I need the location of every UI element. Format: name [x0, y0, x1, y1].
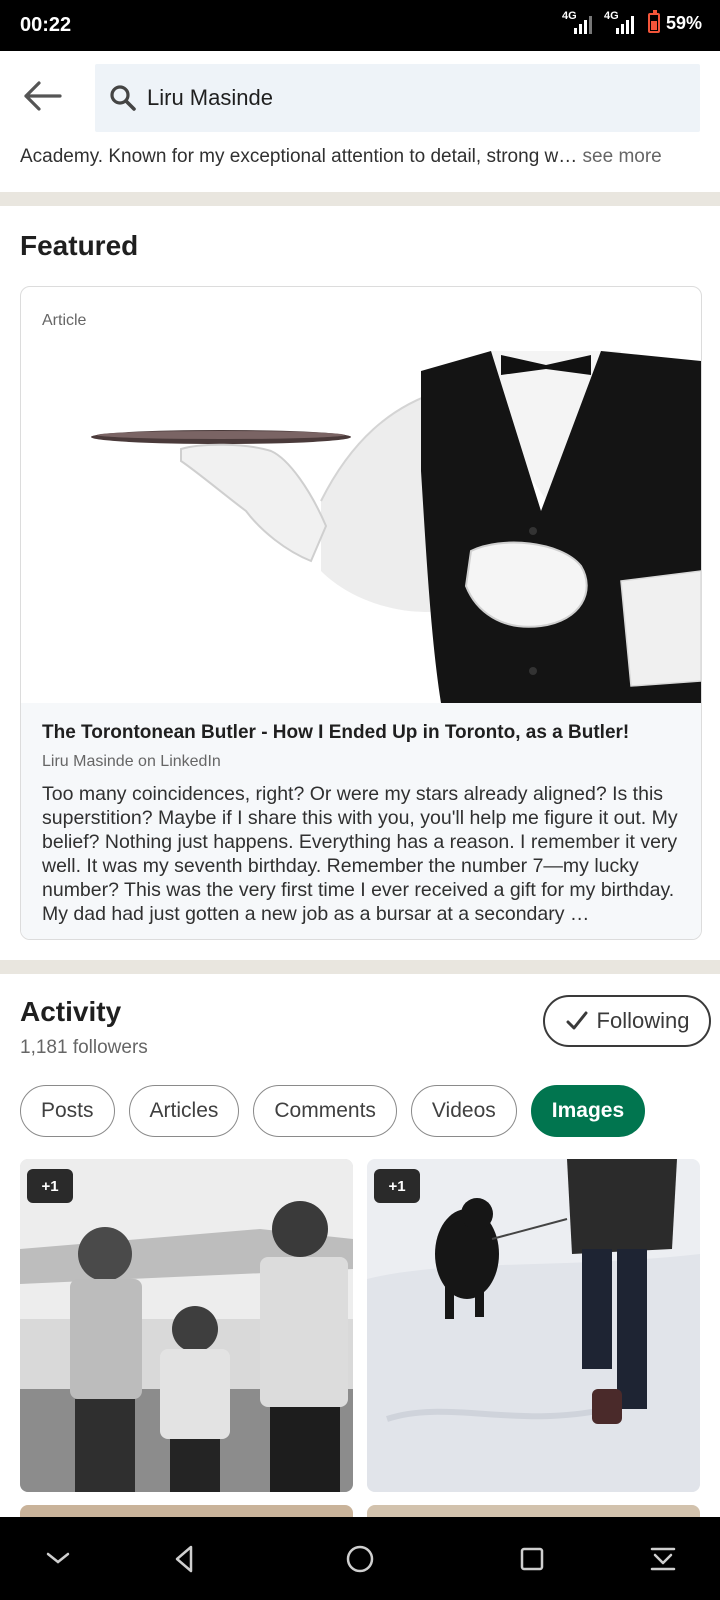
- download-icon: [650, 1547, 676, 1571]
- following-button[interactable]: Following: [543, 995, 711, 1047]
- battery-percent: 59%: [665, 12, 702, 33]
- featured-type-label: Article: [42, 312, 87, 329]
- status-icons: 4G 4G 59%: [561, 10, 702, 34]
- filter-chip-videos[interactable]: Videos: [410, 1085, 517, 1137]
- search-input[interactable]: Liru Masinde: [95, 64, 700, 132]
- section-divider: [0, 960, 720, 974]
- checkmark-icon: [566, 1011, 588, 1030]
- network-type-2: 4G: [603, 10, 619, 22]
- recents-square-icon: [520, 1547, 544, 1571]
- dog-in-snow-photo: [367, 1159, 700, 1492]
- about-text: Academy. Known for my exceptional attent…: [20, 146, 578, 167]
- filter-chip-articles[interactable]: Articles: [128, 1085, 240, 1137]
- search-header: Liru Masinde: [0, 51, 720, 138]
- children-photo: [20, 1159, 353, 1492]
- search-query: Liru Masinde: [147, 85, 273, 110]
- system-navigation-bar: [0, 1517, 720, 1600]
- network-type-1: 4G: [561, 10, 577, 22]
- article-excerpt: Too many coincidences, right? Or were my…: [42, 783, 678, 925]
- filter-chip-images[interactable]: Images: [530, 1085, 646, 1137]
- see-more-link[interactable]: see more: [583, 146, 662, 167]
- nav-notifications-button[interactable]: [645, 1541, 681, 1577]
- back-triangle-icon: [175, 1545, 193, 1573]
- article-cover-image: [21, 351, 701, 703]
- nav-back-button[interactable]: [167, 1541, 203, 1577]
- activity-image-tile[interactable]: [20, 1505, 353, 1517]
- activity-image-tile[interactable]: [367, 1505, 700, 1517]
- signal-icon: 4G: [561, 10, 592, 34]
- status-bar: 00:22 4G 4G 59%: [0, 0, 720, 51]
- back-arrow-icon: [24, 81, 62, 111]
- article-details: The Torontonean Butler - How I Ended Up …: [21, 703, 701, 939]
- about-summary: Academy. Known for my exceptional attent…: [20, 146, 662, 168]
- activity-filters: Posts Articles Comments Videos Images: [20, 1085, 646, 1137]
- search-icon: [110, 85, 136, 111]
- chevron-down-icon: [46, 1552, 70, 1564]
- nav-recents-button[interactable]: [514, 1541, 550, 1577]
- filter-chip-posts[interactable]: Posts: [20, 1085, 115, 1137]
- status-time: 00:22: [20, 14, 72, 36]
- activity-image-tile[interactable]: +1: [20, 1159, 353, 1492]
- image-count-badge: +1: [374, 1169, 420, 1203]
- activity-image-tile[interactable]: +1: [367, 1159, 700, 1492]
- article-title[interactable]: The Torontonean Butler - How I Ended Up …: [42, 722, 629, 744]
- featured-heading: Featured: [20, 230, 139, 261]
- signal-icon: 4G: [603, 10, 634, 34]
- hide-keyboard-button[interactable]: [40, 1541, 76, 1577]
- nav-home-button[interactable]: [342, 1541, 378, 1577]
- battery-icon: [647, 10, 660, 33]
- image-count-badge: +1: [27, 1169, 73, 1203]
- following-label: Following: [596, 1008, 690, 1033]
- featured-article-card[interactable]: Article The Torontonean Butler - How I E…: [20, 286, 702, 940]
- home-circle-icon: [346, 1545, 374, 1573]
- filter-chip-comments[interactable]: Comments: [253, 1085, 397, 1137]
- followers-count: 1,181 followers: [20, 1037, 148, 1058]
- activity-heading: Activity: [20, 996, 122, 1027]
- section-divider: [0, 192, 720, 206]
- article-source: Liru Masinde on LinkedIn: [42, 753, 221, 770]
- back-button[interactable]: [22, 79, 70, 119]
